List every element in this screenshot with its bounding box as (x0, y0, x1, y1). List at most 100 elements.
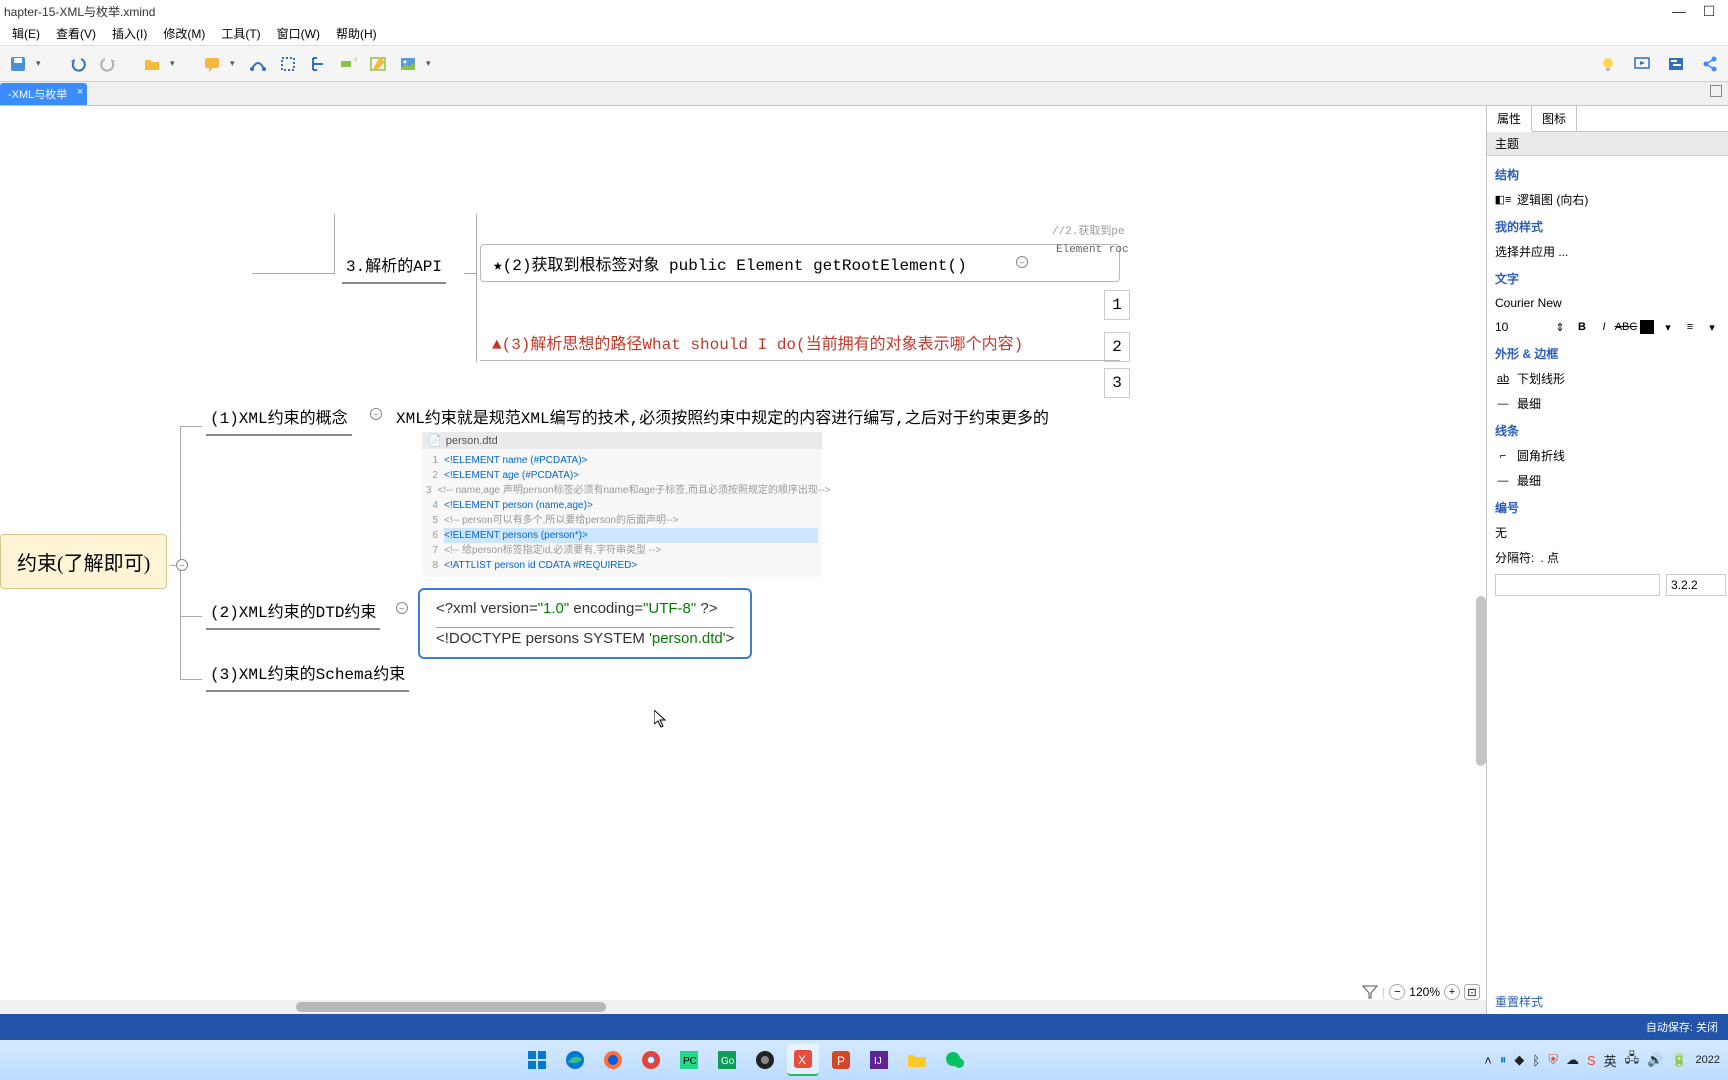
text-color-dropdown[interactable]: ▾ (1660, 319, 1676, 335)
toggle-root-el[interactable]: – (1016, 256, 1028, 268)
menu-window[interactable]: 窗口(W) (269, 23, 328, 44)
node-c2[interactable]: (2)XML约束的DTD约束 (206, 596, 380, 630)
node-side-3[interactable]: 3 (1104, 368, 1130, 398)
font-family[interactable]: Courier New (1495, 296, 1720, 310)
taskbar-xmind-icon[interactable]: X (787, 1044, 819, 1076)
tab-close-icon[interactable]: × (77, 86, 83, 98)
align-button[interactable]: ≡ (1682, 319, 1698, 335)
folder-button[interactable] (140, 52, 164, 76)
taskbar-edge-icon[interactable] (559, 1044, 591, 1076)
toggle-c2[interactable]: – (396, 602, 408, 614)
maximize-button[interactable]: ☐ (1694, 3, 1724, 20)
edit-text-button[interactable] (366, 52, 390, 76)
tray-battery-icon[interactable]: 🔋 (1671, 1052, 1687, 1068)
share-button[interactable] (1698, 52, 1722, 76)
filter-icon[interactable] (1362, 985, 1378, 999)
zoom-out-button[interactable]: − (1389, 984, 1405, 1000)
node-api[interactable]: 3.解析的API (342, 250, 446, 284)
tray-app-icon[interactable]: ◆ (1514, 1052, 1524, 1068)
toggle-central[interactable]: – (176, 559, 188, 571)
taskbar-idea-icon[interactable]: IJ (863, 1044, 895, 1076)
text-color-button[interactable] (1640, 320, 1654, 334)
bold-button[interactable]: B (1574, 319, 1590, 335)
shape-width[interactable]: 最细 (1517, 395, 1541, 412)
structure-value[interactable]: 逻辑图 (向右) (1517, 191, 1588, 208)
presentation-button[interactable] (1630, 52, 1654, 76)
idea-button[interactable] (1596, 52, 1620, 76)
node-central[interactable]: 约束(了解即可) (0, 534, 167, 589)
menu-help[interactable]: 帮助(H) (328, 23, 385, 44)
taskbar-wechat-icon[interactable] (939, 1044, 971, 1076)
zoom-in-button[interactable]: + (1444, 984, 1460, 1000)
tab-active[interactable]: -XML与枚举 × (0, 83, 87, 105)
boundary-button[interactable] (276, 52, 300, 76)
strike-button[interactable]: ABC (1618, 319, 1634, 335)
menu-modify[interactable]: 修改(M) (155, 23, 213, 44)
tray-onedrive-icon[interactable]: ☁ (1566, 1052, 1579, 1068)
taskbar-obs-icon[interactable] (749, 1044, 781, 1076)
gantt-button[interactable] (1664, 52, 1688, 76)
node-route[interactable]: ▲(3)解析思想的路径What should I do(当前拥有的对象表示哪个内… (480, 324, 1120, 361)
horizontal-scrollbar[interactable] (0, 1000, 1486, 1014)
system-tray[interactable]: ˄ ⏸ ◆ ᛒ ⛨ ☁ S 英 🖧 🔊 🔋 2022 (1484, 1049, 1720, 1071)
panel-tab-properties[interactable]: 属性 (1487, 106, 1532, 132)
toggle-c1[interactable]: – (370, 408, 382, 420)
node-dtd-file[interactable]: 📄 person.dtd 1<!ELEMENT name (#PCDATA)>2… (422, 432, 822, 577)
taskbar-chrome-icon[interactable] (635, 1044, 667, 1076)
save-button[interactable] (6, 52, 30, 76)
relationship-button[interactable] (246, 52, 270, 76)
tray-shield-icon[interactable]: ⛨ (1548, 1052, 1558, 1068)
minimize-button[interactable]: — (1664, 3, 1694, 19)
folder-dropdown[interactable]: ▾ (170, 58, 180, 69)
node-side-1[interactable]: 1 (1104, 290, 1130, 320)
horizontal-scrollbar-thumb[interactable] (296, 1002, 606, 1012)
number-prefix-input[interactable] (1495, 574, 1660, 596)
number-example-input[interactable] (1666, 574, 1726, 596)
tab-restore-button[interactable] (1710, 85, 1722, 97)
status-drag-handle[interactable] (844, 0, 884, 2)
taskbar-powerpoint-icon[interactable]: P (825, 1044, 857, 1076)
shape-type[interactable]: 下划线形 (1517, 370, 1565, 387)
line-type[interactable]: 圆角折线 (1517, 447, 1565, 464)
taskbar-explorer-icon[interactable] (901, 1044, 933, 1076)
tray-pause-icon[interactable]: ⏸ (1500, 1052, 1507, 1068)
tray-sogou-icon[interactable]: S (1587, 1053, 1596, 1068)
taskbar-firefox-icon[interactable] (597, 1044, 629, 1076)
node-c1[interactable]: (1)XML约束的概念 (206, 402, 352, 436)
menu-insert[interactable]: 插入(I) (104, 23, 155, 44)
panel-tab-icons[interactable]: 图标 (1532, 106, 1577, 131)
menu-view[interactable]: 查看(V) (48, 23, 104, 44)
image-dropdown[interactable]: ▾ (426, 58, 436, 69)
undo-button[interactable] (66, 52, 90, 76)
menu-tools[interactable]: 工具(T) (213, 23, 268, 44)
number-type[interactable]: 无 (1495, 524, 1507, 541)
start-button[interactable] (521, 1044, 553, 1076)
insert-topic-button[interactable]: + (336, 52, 360, 76)
taskbar-pycharm-icon[interactable]: PC (673, 1044, 705, 1076)
redo-button[interactable] (96, 52, 120, 76)
tray-network-icon[interactable]: 🖧 (1625, 1049, 1640, 1071)
style-select[interactable]: 选择并应用 ... (1495, 243, 1568, 260)
tray-ime-icon[interactable]: 英 (1604, 1051, 1617, 1070)
summary-button[interactable] (306, 52, 330, 76)
node-c3[interactable]: (3)XML约束的Schema约束 (206, 658, 409, 692)
node-xml-declaration[interactable]: <?xml version="1.0" encoding="UTF-8" ?> … (418, 588, 752, 659)
node-c1-desc[interactable]: XML约束就是规范XML编写的技术,必须按照约束中规定的内容进行编写,之后对于约… (392, 402, 1053, 434)
font-size[interactable]: 10 (1495, 320, 1546, 334)
line-width[interactable]: 最细 (1517, 472, 1541, 489)
tray-clock[interactable]: 2022 (1696, 1054, 1720, 1066)
font-size-stepper[interactable]: ⇕ (1552, 319, 1568, 335)
taskbar-goland-icon[interactable]: Go (711, 1044, 743, 1076)
mindmap-canvas[interactable]: 约束(了解即可) – 3.解析的API ★(2)获取到根标签对象 public … (0, 106, 1486, 1014)
separator-value[interactable]: . 点 (1540, 549, 1559, 566)
save-dropdown[interactable]: ▾ (36, 58, 46, 69)
annotate-dropdown[interactable]: ▾ (230, 58, 240, 69)
reset-style-link[interactable]: 重置样式 (1495, 995, 1543, 1009)
tray-chevron-icon[interactable]: ˄ (1484, 1053, 1492, 1068)
tray-volume-icon[interactable]: 🔊 (1647, 1052, 1663, 1068)
tray-bluetooth-icon[interactable]: ᛒ (1532, 1053, 1540, 1068)
menu-edit[interactable]: 辑(E) (4, 23, 48, 44)
vertical-scrollbar[interactable] (1476, 596, 1486, 766)
annotate-button[interactable] (200, 52, 224, 76)
node-side-2[interactable]: 2 (1104, 332, 1130, 362)
